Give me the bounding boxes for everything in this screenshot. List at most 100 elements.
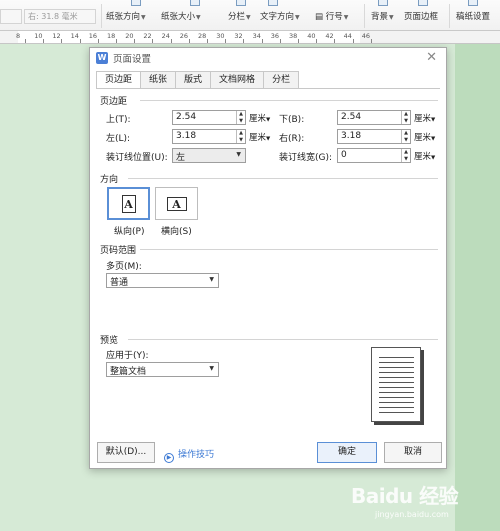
bottom-margin-spinner[interactable]: 2.54 ▲ ▼ [337, 110, 411, 125]
right-margin-spinner[interactable]: 3.18 ▲ ▼ [337, 129, 411, 144]
spin-down-icon[interactable]: ▼ [402, 156, 410, 163]
text-direction-button[interactable]: 文字方向▼ [260, 10, 300, 22]
bottom-margin-stepper[interactable]: ▲ ▼ [401, 111, 410, 124]
dialog-tabs: 页边距 纸张 版式 文档网格 分栏 [96, 71, 300, 89]
ruler-tick-mark [188, 39, 190, 43]
tab-columns[interactable]: 分栏 [263, 71, 300, 88]
page-border-button[interactable]: 页面边框 [404, 10, 438, 22]
left-margin-spinner[interactable]: 3.18 ▲ ▼ [172, 129, 246, 144]
ruler-tick-label: 8 [16, 32, 21, 40]
divider [140, 100, 438, 101]
portrait-option[interactable]: A [107, 187, 150, 220]
top-margin-value: 2.54 [176, 112, 197, 122]
ruler-tick-label: 40 [307, 32, 316, 40]
margins-tab-panel: 页边距 上(T): 2.54 ▲ ▼ 厘米▼ 下(B): 2.54 ▲ ▼ 厘米▼ … [96, 88, 440, 433]
landscape-option[interactable]: A [155, 187, 198, 220]
top-margin-spinner[interactable]: 2.54 ▲ ▼ [172, 110, 246, 125]
chevron-down-icon: ▼ [209, 365, 214, 372]
spin-down-icon[interactable]: ▼ [237, 118, 245, 125]
ruler-tick-label: 24 [161, 32, 170, 40]
ruler-tick-mark [243, 39, 245, 43]
gutter-width-value: 0 [341, 150, 347, 160]
left-margin-unit[interactable]: 厘米▼ [249, 131, 270, 143]
ruler-tick-mark [225, 39, 227, 43]
multiple-pages-label: 多页(M): [106, 262, 142, 272]
orientation-section-title: 方向 [100, 175, 119, 185]
portrait-label: 纵向(P) [114, 227, 145, 237]
ruler-tick-mark [116, 39, 117, 43]
cancel-button[interactable]: 取消 [384, 442, 442, 463]
line-number-icon: ▤ [315, 12, 326, 22]
tips-link[interactable]: ▶ 操作技巧 [164, 447, 214, 463]
spin-down-icon[interactable]: ▼ [402, 118, 410, 125]
landscape-label: 横向(S) [161, 227, 192, 237]
gutter-width-spinner[interactable]: 0 ▲ ▼ [337, 148, 411, 163]
bottom-margin-unit[interactable]: 厘米▼ [414, 112, 435, 124]
multiple-pages-select[interactable]: 普通 ▼ [106, 273, 219, 288]
ruler-tick-mark [170, 39, 172, 43]
ruler-tick-mark [334, 39, 336, 43]
ribbon-left-input[interactable] [0, 9, 22, 24]
watermark-logo: Baidu 经验 [351, 484, 459, 508]
gutter-width-stepper[interactable]: ▲ ▼ [401, 149, 410, 162]
columns-button[interactable]: 分栏▼ [228, 10, 251, 22]
ruler-tick-label: 34 [252, 32, 261, 40]
left-margin-label: 左(L): [106, 134, 131, 144]
tab-margins[interactable]: 页边距 [96, 71, 142, 89]
dialog-titlebar[interactable]: W 页面设置 ✕ [90, 48, 446, 68]
paper-size-button[interactable]: 纸张大小▼ [161, 10, 201, 22]
chevron-down-icon: ▼ [431, 136, 436, 142]
paper-direction-button[interactable]: 纸张方向▼ [106, 10, 146, 22]
right-margin-stepper[interactable]: ▲ ▼ [401, 130, 410, 143]
paper-direction-icon [131, 0, 141, 6]
ruler-tick-label: 10 [34, 32, 43, 40]
paper-direction-label: 纸张方向 [106, 12, 141, 22]
divider [128, 339, 438, 340]
gutter-width-label: 装订线宽(G): [279, 153, 333, 163]
text-direction-label: 文字方向 [260, 12, 295, 22]
dialog-title: 页面设置 [113, 54, 152, 65]
spin-down-icon[interactable]: ▼ [237, 137, 245, 144]
right-margin-input[interactable]: 右: 31.8 毫米 [24, 9, 96, 24]
ruler-tick-mark [298, 39, 299, 43]
top-margin-unit[interactable]: 厘米▼ [249, 112, 270, 124]
page-setup-dialog: W 页面设置 ✕ 页边距 纸张 版式 文档网格 分栏 页边距 上(T): 2.5… [89, 47, 447, 469]
ruler-tick-label: 28 [198, 32, 207, 40]
ruler-tick-label: 26 [179, 32, 189, 40]
page-border-icon [418, 0, 428, 6]
top-margin-stepper[interactable]: ▲ ▼ [236, 111, 245, 124]
ruler-tick-label: 16 [88, 32, 98, 40]
gutter-width-unit[interactable]: 厘米▼ [414, 150, 435, 162]
watermark-url: jingyan.baidu.com [375, 510, 449, 519]
tab-document-grid[interactable]: 文档网格 [210, 71, 265, 88]
tab-paper[interactable]: 纸张 [140, 71, 177, 88]
left-margin-unit-label: 厘米 [249, 133, 267, 143]
left-margin-stepper[interactable]: ▲ ▼ [236, 130, 245, 143]
manuscript-label: 稿纸设置 [456, 12, 491, 22]
horizontal-ruler[interactable]: 8 10 12 14 16 18 20 22 24 26 28 30 32 34 36 38 40 42 44 46 [0, 31, 500, 44]
page-range-section-title: 页码范围 [100, 246, 137, 256]
close-icon[interactable]: ✕ [426, 50, 437, 65]
tab-layout[interactable]: 版式 [175, 71, 212, 88]
document-margin-area [455, 44, 500, 531]
ruler-tick-mark [352, 39, 354, 43]
ruler-tick-label: 38 [289, 32, 298, 40]
ruler-tick-label: 46 [361, 32, 371, 40]
ok-button[interactable]: 确定 [317, 442, 377, 463]
ruler-tick-mark [61, 39, 63, 43]
spin-down-icon[interactable]: ▼ [402, 137, 410, 144]
manuscript-button[interactable]: 稿纸设置 [456, 10, 490, 22]
page-preview [371, 347, 421, 422]
line-number-button[interactable]: ▤ 行号▼ [315, 10, 348, 22]
wps-app-icon: W [96, 52, 108, 64]
ruler-tick-mark [316, 39, 318, 43]
apply-to-select[interactable]: 整篇文档 ▼ [106, 362, 219, 377]
bottom-margin-label: 下(B): [279, 115, 305, 125]
ruler-tick-label: 20 [125, 32, 134, 40]
gutter-position-select[interactable]: 左 ▼ [172, 148, 246, 163]
right-margin-unit[interactable]: 厘米▼ [414, 131, 435, 143]
default-button[interactable]: 默认(D)... [97, 442, 155, 463]
apply-to-value: 整篇文档 [110, 367, 147, 377]
ruler-tick-mark [370, 39, 372, 43]
background-button[interactable]: 背景▼ [371, 10, 394, 22]
